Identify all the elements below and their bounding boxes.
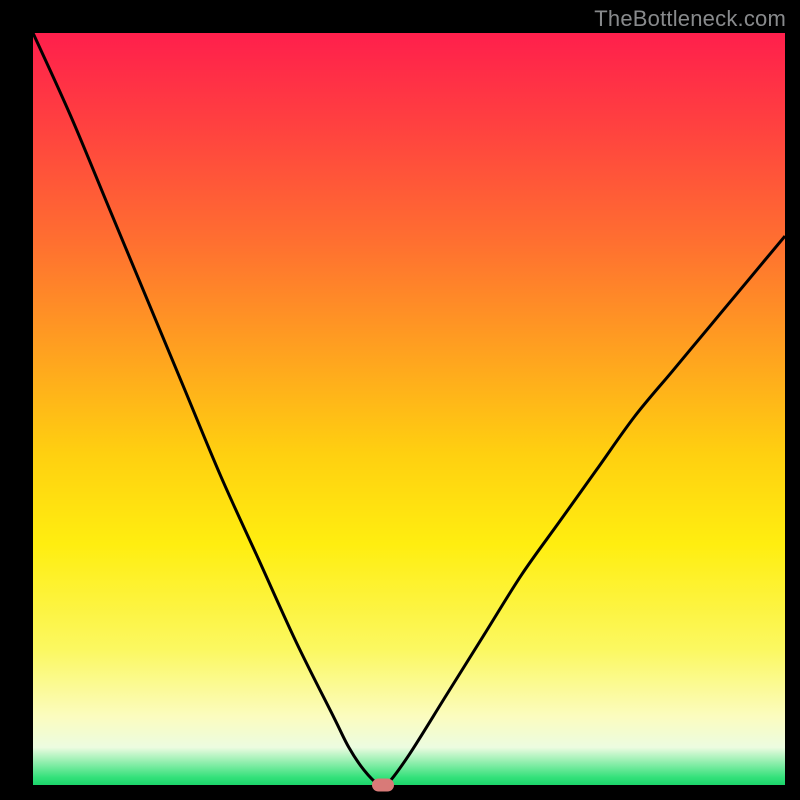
watermark-text: TheBottleneck.com	[594, 6, 786, 32]
bottleneck-curve	[33, 33, 785, 785]
curve-path	[33, 33, 785, 788]
optimal-marker	[372, 779, 394, 792]
chart-frame: TheBottleneck.com	[0, 0, 800, 800]
plot-area	[33, 33, 785, 785]
